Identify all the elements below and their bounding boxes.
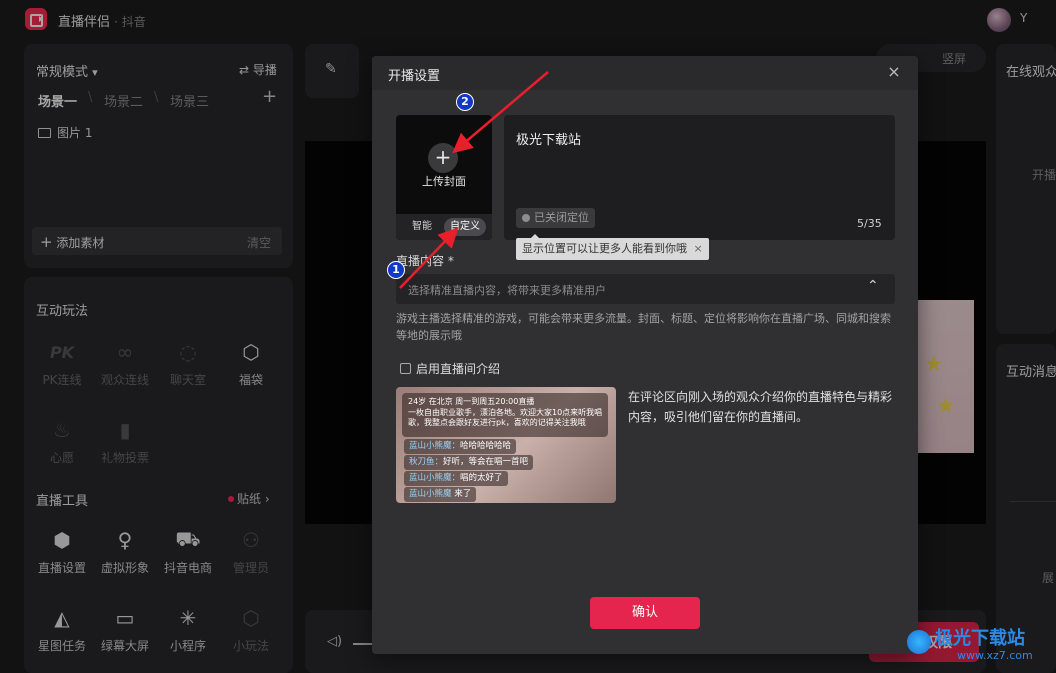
step-badge-1: 1 [387,261,405,279]
arrow-to-custom-tab [399,227,459,289]
annotation-arrows [399,71,549,289]
watermark-text: 极光下载站 [935,628,1025,649]
watermark-url: www.xz7.com [957,649,1033,662]
arrow-to-cover-upload [452,71,549,154]
watermark: 极光下载站 www.xz7.com [905,620,1056,673]
step-badge-2: 2 [456,93,474,111]
watermark-logo-icon [907,630,931,654]
